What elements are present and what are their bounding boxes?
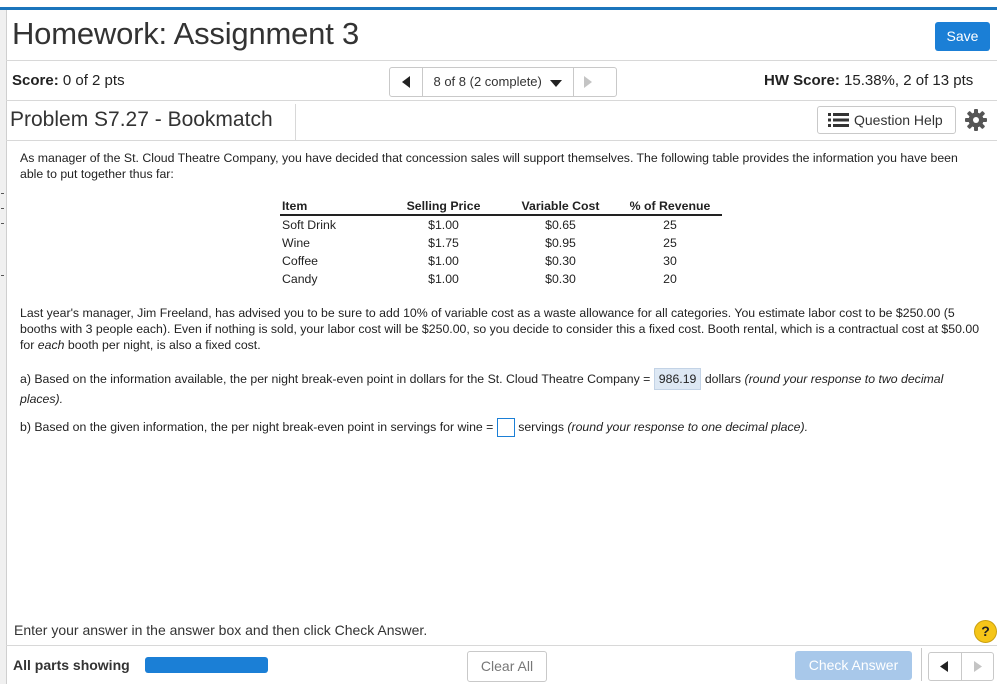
next-question-button[interactable]: [574, 68, 616, 96]
concession-table: Item Selling Price Variable Cost % of Re…: [280, 197, 722, 288]
gear-icon: [965, 109, 987, 131]
part-b: b) Based on the given information, the p…: [20, 417, 980, 438]
table-row: Candy $1.00 $0.30 20: [280, 270, 722, 288]
hw-score: HW Score: 15.38%, 2 of 13 pts: [764, 72, 973, 89]
cell-variable-cost: $0.30: [545, 272, 576, 286]
table-row: Wine $1.75 $0.95 25: [280, 234, 722, 252]
divider: [6, 60, 997, 61]
col-header-percent-revenue: % of Revenue: [620, 197, 722, 216]
cell-variable-cost: $0.30: [545, 254, 576, 268]
context-emphasis: each: [37, 338, 65, 352]
check-answer-button[interactable]: Check Answer: [795, 651, 912, 680]
list-icon: [828, 113, 849, 127]
table-row: Soft Drink $1.00 $0.65 25: [280, 215, 722, 234]
divider: [6, 100, 997, 101]
score-label: Score:: [12, 72, 59, 89]
help-icon[interactable]: ?: [974, 620, 997, 643]
problem-title: Problem S7.27 - Bookmatch: [10, 108, 273, 131]
divider: [6, 645, 997, 646]
next-arrow-icon: [584, 76, 592, 88]
settings-button[interactable]: [962, 106, 990, 134]
hw-score-label: HW Score:: [764, 72, 840, 89]
part-a: a) Based on the information available, t…: [20, 368, 980, 408]
cell-variable-cost: $0.95: [545, 236, 576, 250]
part-b-answer-field[interactable]: [496, 418, 515, 438]
part-a-text: a) Based on the information available, t…: [20, 372, 654, 386]
cell-percent-revenue: 20: [663, 272, 677, 286]
cell-percent-revenue: 25: [663, 218, 677, 232]
question-pager: 8 of 8 (2 complete): [389, 67, 617, 97]
prev-question-button[interactable]: [390, 68, 423, 96]
cell-selling-price: $1.00: [428, 272, 459, 286]
question-help-button[interactable]: Question Help: [817, 106, 956, 134]
page-title: Homework: Assignment 3: [12, 16, 360, 51]
prev-part-button[interactable]: [929, 653, 961, 680]
save-button[interactable]: Save: [935, 22, 990, 51]
question-help-label: Question Help: [854, 112, 943, 128]
cell-percent-revenue: 25: [663, 236, 677, 250]
cell-selling-price: $1.00: [428, 218, 459, 232]
cell-item: Wine: [282, 236, 311, 250]
top-accent-line: [0, 7, 997, 10]
divider: [295, 104, 296, 140]
part-nav: [928, 652, 994, 681]
problem-intro: As manager of the St. Cloud Theatre Comp…: [20, 151, 958, 181]
cell-item: Soft Drink: [282, 218, 336, 232]
part-b-suffix: servings: [514, 420, 568, 434]
table-header-row: Item Selling Price Variable Cost % of Re…: [280, 197, 722, 216]
divider: [921, 648, 922, 681]
next-part-button[interactable]: [962, 653, 993, 680]
prev-arrow-icon: [402, 76, 410, 88]
part-a-suffix: dollars: [701, 372, 745, 386]
col-header-variable-cost: Variable Cost: [503, 197, 620, 216]
cell-item: Candy: [282, 272, 318, 286]
part-a-answer-field[interactable]: 986.19: [653, 368, 702, 390]
part-b-note: (round your response to one decimal plac…: [567, 420, 809, 434]
hw-score-value: 15.38%, 2 of 13 pts: [844, 72, 974, 89]
context-text: booth per night, is also a fixed cost.: [64, 338, 261, 352]
col-header-selling-price: Selling Price: [386, 197, 503, 216]
col-header-item: Item: [280, 197, 386, 216]
cell-item: Coffee: [282, 254, 319, 268]
table-row: Coffee $1.00 $0.30 30: [280, 252, 722, 270]
clear-all-button[interactable]: Clear All: [467, 651, 547, 682]
pager-text: 8 of 8 (2 complete): [433, 74, 542, 89]
cell-selling-price: $1.75: [428, 236, 459, 250]
cell-selling-price: $1.00: [428, 254, 459, 268]
dropdown-caret-icon: [549, 79, 562, 87]
question-selector[interactable]: 8 of 8 (2 complete): [423, 68, 574, 96]
divider: [6, 140, 997, 141]
parts-showing-label: All parts showing: [13, 657, 130, 673]
cell-percent-revenue: 30: [663, 254, 677, 268]
part-b-text: b) Based on the given information, the p…: [20, 420, 497, 434]
problem-context: Last year's manager, Jim Freeland, has a…: [20, 305, 980, 353]
cell-variable-cost: $0.65: [545, 218, 576, 232]
score-value: 0 of 2 pts: [62, 72, 125, 89]
parts-progress-bar: [145, 657, 268, 673]
score: Score: 0 of 2 pts: [12, 72, 125, 89]
footer-instruction: Enter your answer in the answer box and …: [14, 622, 428, 638]
left-edge-panel: [0, 10, 7, 684]
